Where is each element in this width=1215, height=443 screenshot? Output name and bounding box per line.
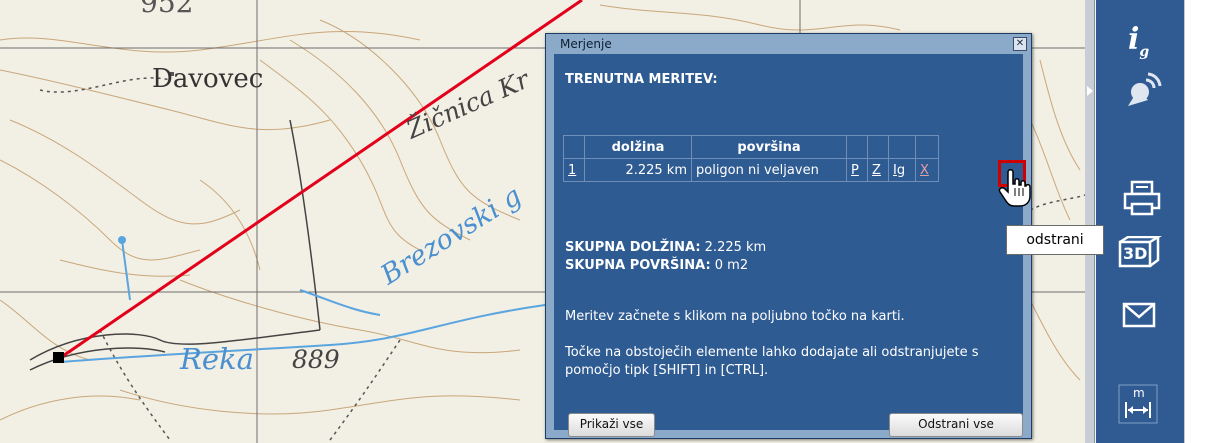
spring-marker (118, 236, 126, 244)
dialog-titlebar[interactable]: Merjenje ✕ (546, 34, 1031, 54)
map-label-place: Davovec (152, 64, 264, 94)
row-p-link[interactable]: P (851, 163, 859, 178)
table-row: 1 2.225 km poligon ni veljaven P Z Ig X (563, 158, 939, 182)
row-ig-link[interactable]: Ig (893, 163, 905, 178)
dialog-title: Merjenje (560, 37, 612, 51)
envelope-icon[interactable] (1122, 302, 1156, 332)
totals: SKUPNA DOLŽINA: 2.225 km SKUPNA POVRŠINA… (565, 239, 766, 275)
col-header-length: dolžina (584, 135, 692, 159)
current-measurement-heading: TRENUTNA MERITEV: (565, 72, 718, 87)
total-length-label: SKUPNA DOLŽINA: (565, 240, 701, 255)
col-header-z (867, 135, 889, 159)
col-header-index (563, 135, 585, 159)
measure-dialog: Merjenje ✕ TRENUTNA MERITEV: dolžina pov… (545, 33, 1032, 439)
total-area-value: 0 m2 (710, 258, 749, 273)
total-area-label: SKUPNA POVRŠINA: (565, 258, 711, 273)
3d-icon[interactable]: 3D (1118, 236, 1162, 268)
col-header-area: površina (691, 135, 847, 159)
measure-icon[interactable]: m (1118, 384, 1158, 424)
map-label-elevation-bottom: 889 (292, 345, 340, 374)
satellite-icon[interactable] (1122, 70, 1162, 114)
row-index-link[interactable]: 1 (568, 163, 576, 178)
printer-icon[interactable] (1122, 180, 1162, 220)
hint-start: Meritev začnete s klikom na poljubno toč… (565, 309, 905, 324)
total-area: SKUPNA POVRŠINA: 0 m2 (565, 257, 766, 275)
dialog-border (546, 54, 554, 438)
dialog-content: TRENUTNA MERITEV: dolžina površina 1 2.2… (554, 54, 1026, 437)
measure-unit-label: m (1133, 386, 1145, 400)
col-header-p (846, 135, 868, 159)
3d-label: 3D (1123, 244, 1148, 263)
table-header-row: dolžina površina (563, 135, 939, 159)
tool-panel: ig 3D m (1096, 0, 1184, 443)
ig-icon[interactable]: ig (1128, 22, 1149, 60)
hint-shortcuts: Točke na obstoječih elemente lahko dodaj… (565, 345, 979, 378)
measurements-table: dolžina površina 1 2.225 km poligon ni v… (563, 135, 939, 182)
row-area: poligon ni veljaven (691, 158, 847, 182)
close-icon[interactable]: ✕ (1013, 37, 1027, 51)
sidebar-collapse-handle[interactable] (1085, 0, 1095, 443)
row-remove-link[interactable]: X (920, 163, 929, 178)
row-z-link[interactable]: Z (872, 163, 881, 178)
map-label-river: Reka (180, 342, 254, 376)
col-header-remove (915, 135, 939, 159)
total-length: SKUPNA DOLŽINA: 2.225 km (565, 239, 766, 257)
measure-start-point[interactable] (53, 352, 64, 363)
toolbar-right-strip (1184, 0, 1215, 443)
map-label-elevation-top: 952 (140, 0, 194, 19)
remove-tooltip: odstrani (1006, 225, 1104, 255)
hand-cursor-icon (998, 168, 1032, 212)
ig-letter: i (1128, 22, 1140, 57)
remove-all-button[interactable]: Odstrani vse (889, 413, 1023, 437)
row-length: 2.225 km (584, 158, 692, 182)
total-length-value: 2.225 km (700, 240, 767, 255)
col-header-ig (888, 135, 916, 159)
ig-subscript: g (1139, 44, 1150, 60)
show-all-button[interactable]: Prikaži vse (568, 413, 655, 437)
